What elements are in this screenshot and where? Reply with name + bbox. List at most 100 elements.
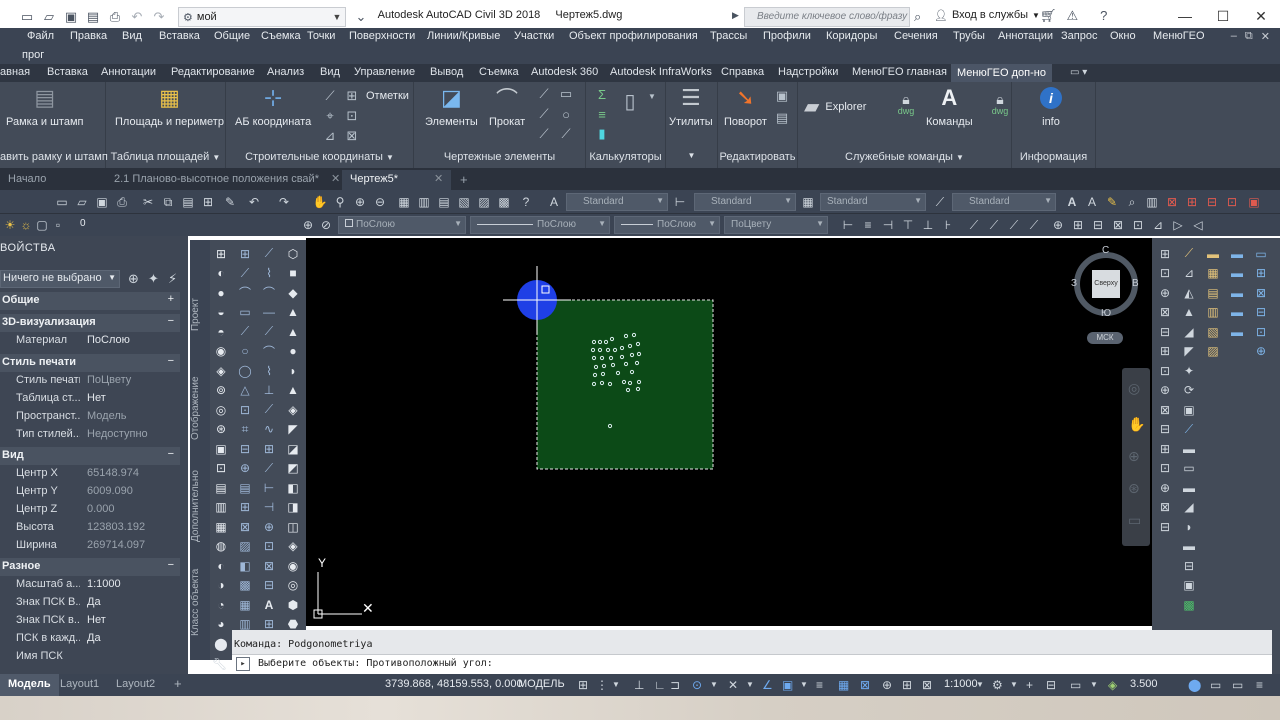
tool-icon[interactable]: ⊡ (1154, 361, 1176, 381)
compass-east[interactable]: В (1132, 278, 1139, 289)
tool-icon[interactable]: ⊞ (259, 439, 279, 459)
tool-icon[interactable]: ⟋ (235, 264, 255, 284)
dwg-lock-button-1[interactable]: 🔒︎ dwg (892, 91, 920, 117)
tool-icon[interactable]: ⊡ (1154, 264, 1176, 284)
properties-icon[interactable]: ▦ (396, 194, 412, 210)
tool-icon[interactable]: ⊞ (235, 244, 255, 264)
tool-icon[interactable]: ▭ (1178, 459, 1200, 479)
menu-overflow[interactable]: прог (22, 49, 44, 61)
chevron-down-icon[interactable]: ▼ (1010, 680, 1018, 689)
calculator-icon[interactable]: ▯ (620, 88, 640, 114)
hardware-accel-icon[interactable]: ▭ (1210, 678, 1221, 692)
tool-icon[interactable]: ▣ (1178, 576, 1200, 596)
menu-menugeo[interactable]: МенюГЕО (1153, 30, 1205, 42)
tool-icon[interactable]: ◩ (283, 459, 303, 479)
marks-small-icon-1[interactable]: ⟋ (322, 88, 338, 104)
tool-icon[interactable]: ▬ (1178, 478, 1200, 498)
tab-autodesk360[interactable]: Autodesk 360 (531, 66, 598, 78)
tool-icon[interactable]: ◗ (283, 361, 303, 381)
tool-icon[interactable]: ▩ (1178, 595, 1200, 615)
text-tool-icon-3[interactable]: ▣ (1246, 194, 1262, 210)
tool-icon[interactable]: ⊟ (1154, 322, 1176, 342)
tool-icon[interactable]: ◕ (211, 615, 231, 635)
tool-icon[interactable]: ⊞ (1250, 264, 1272, 284)
text-scale-icon[interactable]: ▥ (1144, 194, 1160, 210)
tab-modify[interactable]: Редактирование (171, 66, 255, 78)
chevron-down-icon[interactable]: ▼ (800, 680, 808, 689)
menu-annotations[interactable]: Аннотации (998, 30, 1053, 42)
tool-icon[interactable]: ⊣ (259, 498, 279, 518)
tool-icon[interactable]: ⊞ (235, 498, 255, 518)
quick-properties-icon[interactable]: ▭ (1070, 678, 1081, 692)
doc-tab-start[interactable]: Начало (0, 170, 54, 190)
tool-icon[interactable]: ▨ (1202, 342, 1224, 362)
tool-icon[interactable]: ⬡ (283, 244, 303, 264)
tool-icon[interactable]: ⬤ (211, 634, 231, 654)
tool-icon[interactable]: ⊚ (211, 381, 231, 401)
property-row[interactable]: Знак ПСК в... Нет (0, 614, 180, 632)
tool-icon[interactable]: ▦ (235, 595, 255, 615)
tool-icon[interactable]: ▥ (1202, 303, 1224, 323)
layer-color-icon[interactable]: ▫ (50, 217, 66, 233)
dynamic-input-icon[interactable]: ⊐ (670, 678, 680, 692)
tool-icon[interactable]: ◉ (211, 342, 231, 362)
tab-annotate[interactable]: Аннотации (101, 66, 156, 78)
tool-icon[interactable]: ◨ (283, 498, 303, 518)
find-text-icon[interactable]: ✎ (1104, 194, 1120, 210)
tool-icon[interactable]: ▲ (283, 322, 303, 342)
tool-icon[interactable]: ⌗ (235, 420, 255, 440)
tool-icon[interactable]: ⊛ (211, 420, 231, 440)
text-style-select[interactable]: Standard ▼ (566, 193, 668, 211)
menu-points[interactable]: Точки (307, 30, 335, 42)
tool-icon[interactable]: ◈ (283, 400, 303, 420)
cursor-coordinates[interactable]: 3739.868, 48159.553, 0.000 (385, 678, 523, 690)
toolbar2-icon-9[interactable]: ⟋ (1006, 217, 1022, 233)
toolbar2-icon-14[interactable]: ⊠ (1110, 217, 1126, 233)
marks-small-icon-5[interactable]: ⊿ (322, 128, 338, 144)
compass-south[interactable]: Ю (1101, 308, 1111, 319)
quick-select-icon[interactable]: ⚡︎ (168, 271, 177, 287)
signin-button[interactable]: 👤︎ Вход в службы ▼ (934, 9, 1040, 22)
text-tool-icon-1[interactable]: ⊟ (1204, 194, 1220, 210)
annotation-visibility-icon[interactable]: ⊞ (902, 678, 912, 692)
tool-palettes-icon[interactable]: ▤ (436, 194, 452, 210)
search-arrow-icon[interactable]: ▶ (732, 10, 739, 21)
color-select[interactable]: ПоСлою ▼ (338, 216, 466, 234)
drawing-small-icon-6[interactable]: ⟋ (558, 126, 574, 142)
menu-query[interactable]: Запрос (1061, 30, 1097, 42)
open-icon[interactable]: ▱ (74, 194, 90, 210)
tool-icon[interactable]: ⊕ (1250, 342, 1272, 362)
tool-icon[interactable]: ⟋ (259, 459, 279, 479)
annotation-scale[interactable]: 1:1000 (944, 678, 978, 690)
toolbar2-icon-7[interactable]: ⟋ (966, 217, 982, 233)
tool-icon[interactable]: ⟋ (259, 400, 279, 420)
tool-icon[interactable]: ◗ (1178, 517, 1200, 537)
side-tab-project[interactable]: Проект (190, 290, 210, 340)
area-perimeter-button[interactable]: ▦ Площадь и периметр (115, 84, 224, 128)
toolbar2-icon-15[interactable]: ⊡ (1130, 217, 1146, 233)
tool-icon[interactable]: ⊟ (1154, 420, 1176, 440)
tool-icon[interactable]: ◆ (283, 283, 303, 303)
customization-icon[interactable]: ≡ (1256, 678, 1263, 692)
units-icon[interactable]: ⊟ (1046, 678, 1056, 692)
calc-icon-2[interactable]: ≡ (594, 106, 610, 122)
tool-icon[interactable]: ◧ (235, 556, 255, 576)
menu-survey[interactable]: Съемка (261, 30, 301, 42)
text-style-icon[interactable]: A (546, 194, 562, 210)
chevron-down-icon[interactable]: ▼ (612, 680, 620, 689)
menu-parcels[interactable]: Участки (514, 30, 554, 42)
menu-grading[interactable]: Объект профилирования (569, 30, 698, 42)
zoom-realtime-icon[interactable]: ⚲ (332, 194, 348, 210)
tool-icon[interactable]: ⊠ (235, 517, 255, 537)
toolbar2-icon-13[interactable]: ⊟ (1090, 217, 1106, 233)
linetype-select[interactable]: ПоСлою ▼ (470, 216, 610, 234)
exchange-icon[interactable]: ⚠︎ (1067, 8, 1079, 24)
tab-addins[interactable]: Надстройки (778, 66, 838, 78)
cart-icon[interactable]: 🛒︎ (1040, 8, 1057, 24)
plotstyle-select[interactable]: ПоЦвету ▼ (724, 216, 828, 234)
collapse-icon[interactable]: − (168, 355, 174, 367)
undo-icon[interactable]: ↶ (246, 194, 262, 210)
tool-icon[interactable]: ▬ (1202, 244, 1224, 264)
layout-tab-2[interactable]: Layout2 (108, 674, 163, 696)
wcs-button[interactable]: МСК (1087, 332, 1123, 344)
